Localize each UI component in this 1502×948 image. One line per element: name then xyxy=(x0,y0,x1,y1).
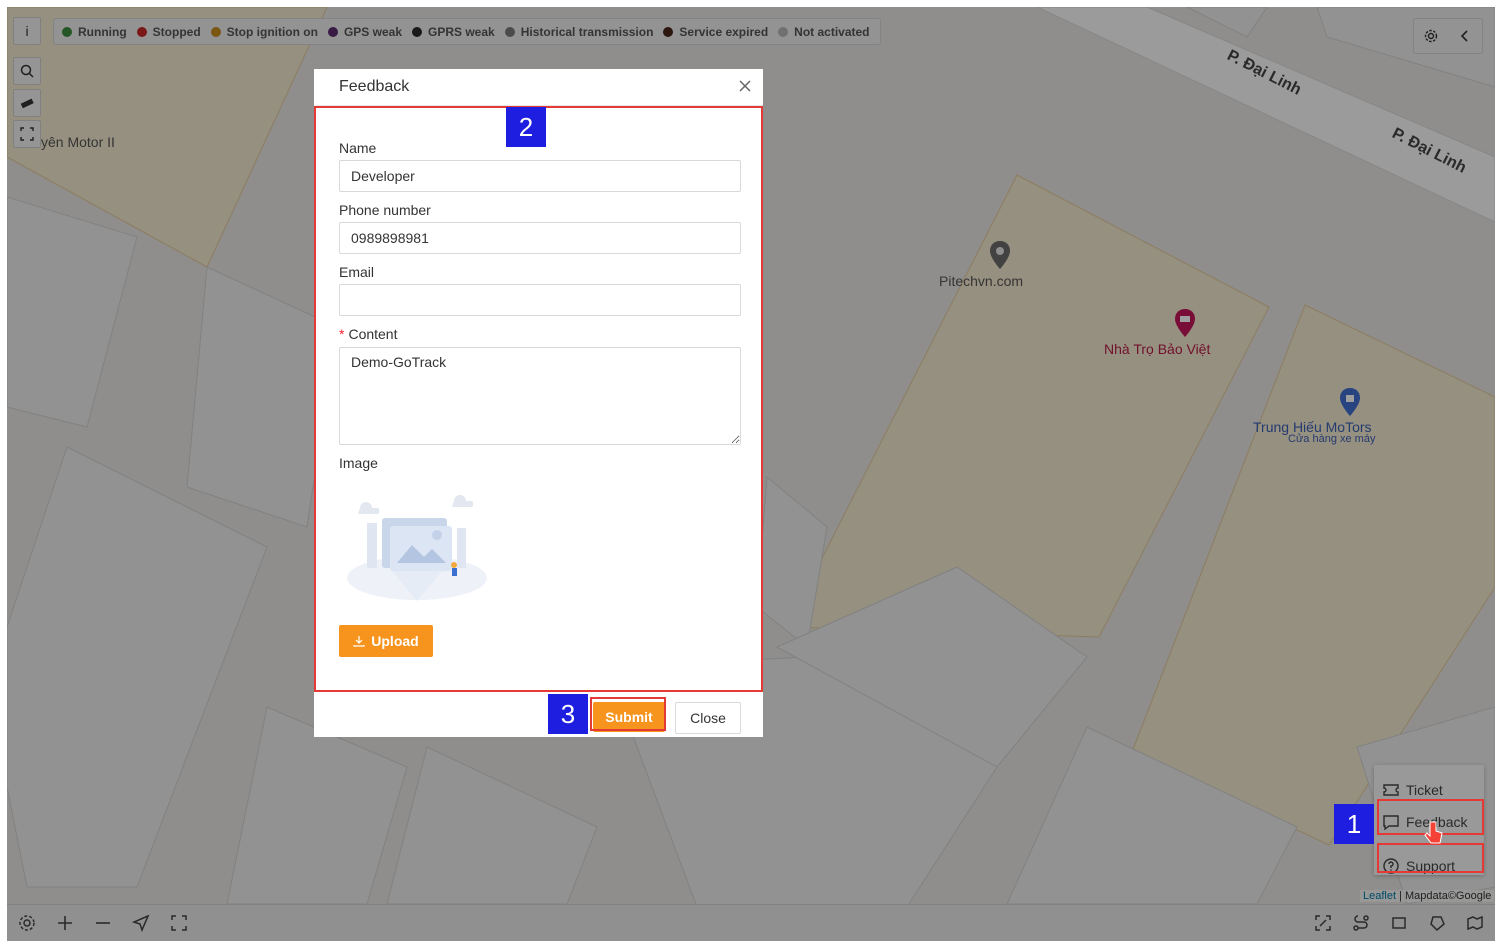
form-highlight xyxy=(314,106,763,692)
close-icon[interactable] xyxy=(736,77,754,95)
modal-header: Feedback xyxy=(314,69,763,106)
cursor-pointer-icon xyxy=(1424,821,1443,844)
close-button[interactable]: Close xyxy=(675,702,741,734)
support-highlight xyxy=(1377,843,1484,873)
modal-title: Feedback xyxy=(339,78,410,95)
submit-highlight xyxy=(590,697,666,731)
map-frame: yên Motor II Pitechvn.com Nhà Trọ Bảo Vi… xyxy=(7,7,1495,941)
step-badge-2: 2 xyxy=(506,107,546,147)
step-badge-3: 3 xyxy=(548,694,588,734)
modal-footer: Submit Close xyxy=(314,699,763,737)
step-badge-1: 1 xyxy=(1334,804,1374,844)
